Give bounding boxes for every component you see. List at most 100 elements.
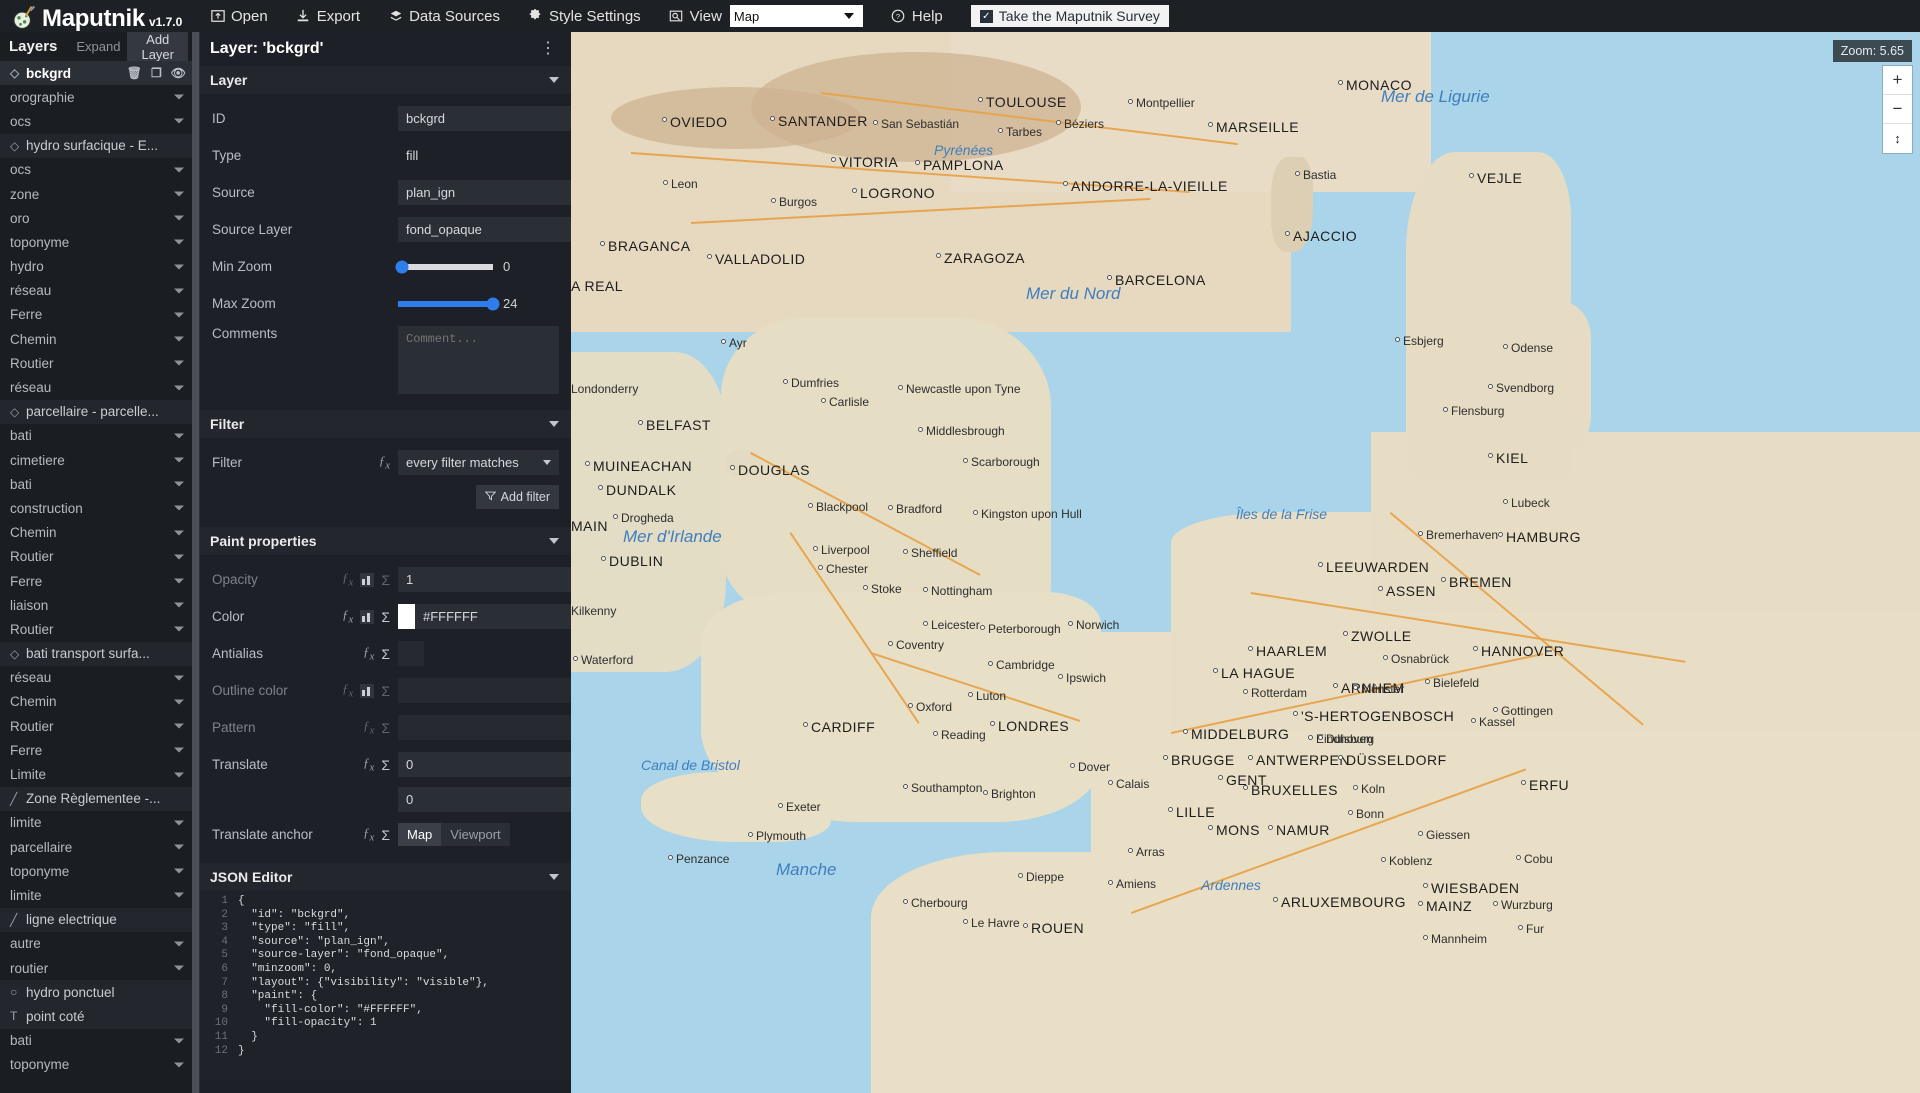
layer-list-item[interactable]: cimetiere [0,448,192,472]
layer-list-item[interactable]: ◇ hydro surfacique - E... [0,133,192,158]
chevron-down-icon[interactable] [174,747,184,753]
layer-list-item[interactable]: limite [0,811,192,835]
max-zoom-slider[interactable] [398,297,500,310]
layer-list-item[interactable]: Routier [0,545,192,569]
zoom-function-icon[interactable] [360,683,375,698]
layer-list-item[interactable]: Chemin [0,327,192,351]
chevron-down-icon[interactable] [174,433,184,439]
layer-list-item[interactable]: ◇ parcellaire - parcelle... [0,399,192,424]
survey-button[interactable]: ✓ Take the Maputnik Survey [970,5,1169,27]
zoom-out-button[interactable]: − [1883,95,1912,124]
layer-list-item[interactable]: bati [0,424,192,448]
chevron-down-icon[interactable] [174,505,184,511]
layer-list-item[interactable]: construction [0,496,192,520]
zoom-function-icon[interactable] [360,609,375,624]
chevron-down-icon[interactable] [174,530,184,536]
layer-list-item[interactable]: réseau [0,666,192,690]
toolbar-view-button[interactable]: View Map [655,0,877,32]
chevron-down-icon[interactable] [174,602,184,608]
expression-icon[interactable]: Σ [381,827,390,843]
layer-list-item[interactable]: Routier [0,351,192,375]
layer-list-item[interactable]: autre [0,932,192,956]
paint-outline-color-input[interactable] [398,678,571,703]
function-icon[interactable]: ƒx [342,607,353,626]
layer-id-input[interactable] [398,106,571,131]
layer-list-item[interactable]: hydro [0,255,192,279]
kebab-icon[interactable]: ⋮ [540,41,557,57]
expression-icon[interactable]: Σ [381,572,390,588]
function-icon[interactable]: ƒx [363,755,374,774]
function-icon[interactable]: ƒx [363,718,374,737]
chevron-down-icon[interactable] [174,1062,184,1068]
chevron-down-icon[interactable] [174,965,184,971]
layer-list-item[interactable]: ◇ bckgrd 🗑 ❐ 👁 [0,61,192,86]
layer-list-item[interactable]: Ferre [0,569,192,593]
chevron-down-icon[interactable] [174,336,184,342]
layer-list-item[interactable]: ╱ ligne electrique [0,907,192,932]
chevron-down-icon[interactable] [174,167,184,173]
chevron-down-icon[interactable] [174,239,184,245]
paint-translate-x-input[interactable] [398,752,571,777]
copy-icon[interactable]: ❐ [151,66,162,80]
chevron-down-icon[interactable] [174,578,184,584]
section-header-json-editor[interactable]: JSON Editor [200,863,571,891]
layer-list-item[interactable]: ○ hydro ponctuel [0,980,192,1005]
add-filter-button[interactable]: Add filter [475,485,559,509]
chevron-down-icon[interactable] [174,675,184,681]
layer-list-item[interactable]: bati [0,1029,192,1053]
layer-list-item[interactable]: Chemin [0,521,192,545]
paint-antialias-checkbox[interactable] [398,641,424,666]
chevron-down-icon[interactable] [174,481,184,487]
chevron-down-icon[interactable] [174,94,184,100]
section-header-layer[interactable]: Layer [200,66,571,94]
comments-textarea[interactable] [398,326,559,394]
layer-list-item[interactable]: parcellaire [0,835,192,859]
json-editor-text[interactable]: { "id": "bckgrd", "type": "fill", "sourc… [228,895,489,1058]
chevron-down-icon[interactable] [174,820,184,826]
layer-list[interactable]: ◇ bckgrd 🗑 ❐ 👁 orographie ocs ◇ hydro surfacique… [0,61,192,1093]
layer-list-item[interactable]: toponyme [0,1053,192,1077]
toolbar-export-button[interactable]: Export [282,0,374,32]
min-zoom-slider[interactable] [395,260,493,273]
zoom-function-icon[interactable] [360,572,375,587]
layer-list-item[interactable]: ◇ bati transport surfa... [0,641,192,666]
layer-list-item[interactable]: oro [0,206,192,230]
chevron-down-icon[interactable] [174,699,184,705]
color-swatch[interactable] [398,604,415,629]
toolbar-style-settings-button[interactable]: Style Settings [514,0,655,32]
paint-pattern-input[interactable] [398,715,571,740]
layer-list-item[interactable]: Ferre [0,738,192,762]
layer-source-input[interactable] [398,180,571,205]
layer-list-item[interactable]: toponyme [0,230,192,254]
layer-list-item[interactable]: limite [0,883,192,907]
translate-anchor-map-option[interactable]: Map [398,823,442,846]
layer-list-item[interactable]: Tpoint coté [0,1004,192,1029]
chevron-down-icon[interactable] [174,215,184,221]
expand-button[interactable]: Expand [69,36,127,57]
function-icon[interactable]: ƒx [379,453,390,472]
filter-match-select[interactable]: every filter matches [398,450,559,475]
function-icon[interactable]: ƒx [363,644,374,663]
layer-list-item[interactable]: routier [0,956,192,980]
json-editor-code[interactable]: 1 2 3 4 5 6 7 8 9 10 11 12 { "id": "bckgrd", "type"… [200,895,571,1058]
expression-icon[interactable]: Σ [381,720,390,736]
chevron-down-icon[interactable] [174,385,184,391]
function-icon[interactable]: ƒx [342,570,353,589]
layer-list-item[interactable]: ╱ Zone Règlementee -... [0,786,192,811]
paint-translate-y-input[interactable] [398,787,571,812]
compass-button[interactable]: ↕ [1883,124,1912,153]
chevron-down-icon[interactable] [174,723,184,729]
toolbar-open-button[interactable]: Open [196,0,282,32]
chevron-down-icon[interactable] [174,457,184,463]
chevron-down-icon[interactable] [174,288,184,294]
toolbar-data-sources-button[interactable]: Data Sources [374,0,514,32]
paint-color-input[interactable] [415,604,571,629]
chevron-down-icon[interactable] [174,626,184,632]
eye-icon[interactable]: 👁 [171,66,186,80]
chevron-down-icon[interactable] [174,772,184,778]
layer-list-item[interactable]: zone [0,182,192,206]
chevron-down-icon[interactable] [174,264,184,270]
zoom-in-button[interactable]: + [1883,66,1912,95]
chevron-down-icon[interactable] [174,844,184,850]
chevron-down-icon[interactable] [174,868,184,874]
